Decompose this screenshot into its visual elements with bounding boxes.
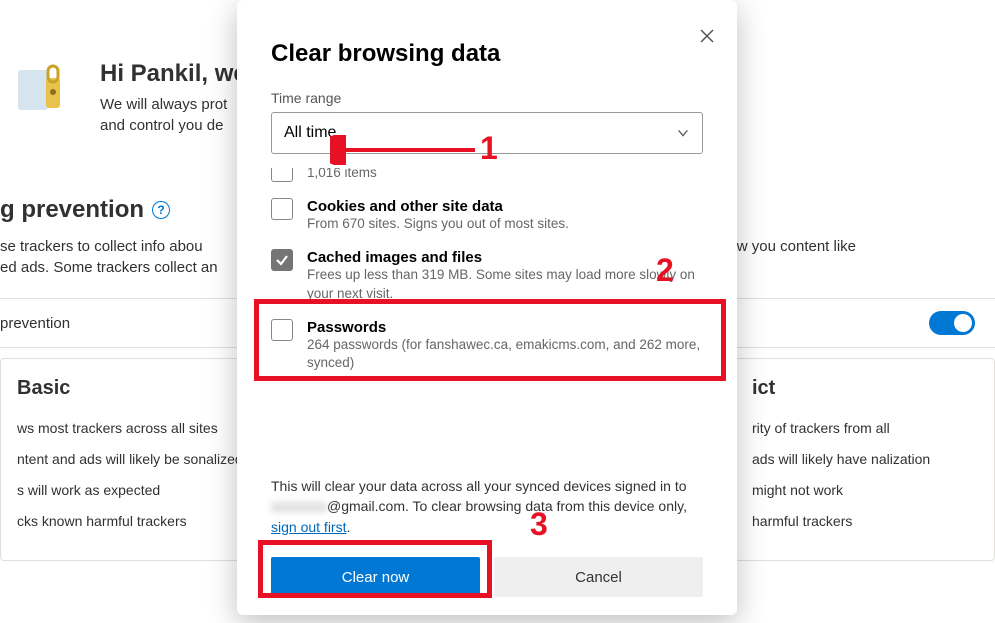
list-item-passwords[interactable]: Passwords 264 passwords (for fanshawec.c… bbox=[271, 313, 703, 382]
tracking-card-basic[interactable]: Basic ws most trackers across all sites … bbox=[0, 358, 260, 561]
card-basic-item: s will work as expected bbox=[17, 480, 243, 501]
item-sub-download-history: 1,016 items bbox=[307, 168, 703, 182]
note-email-blurred: xxxxxxxx bbox=[271, 496, 327, 516]
tracking-desc-line2: ed ads. Some trackers collect an bbox=[0, 259, 218, 276]
time-range-select[interactable]: All time bbox=[271, 112, 703, 154]
item-sub-passwords: 264 passwords (for fanshawec.ca, emakicm… bbox=[307, 336, 703, 372]
item-title-passwords: Passwords bbox=[307, 319, 703, 336]
privacy-lock-illustration bbox=[10, 60, 80, 130]
list-item-cookies[interactable]: Cookies and other site data From 670 sit… bbox=[271, 192, 703, 243]
greeting-title: Hi Pankil, we bbox=[100, 60, 247, 88]
list-item-cache[interactable]: Cached images and files Frees up less th… bbox=[271, 243, 703, 312]
sync-note: This will clear your data across all you… bbox=[271, 476, 703, 537]
clear-browsing-data-dialog: Clear browsing data Time range All time … bbox=[237, 0, 737, 615]
note-period: . bbox=[346, 519, 350, 535]
card-strict-item: ads will likely have nalization bbox=[752, 449, 978, 470]
checkbox-passwords[interactable] bbox=[271, 319, 293, 341]
checkbox-cookies[interactable] bbox=[271, 198, 293, 220]
tracking-prevention-toggle[interactable] bbox=[929, 311, 975, 335]
tracking-prevention-heading: g prevention bbox=[0, 196, 144, 224]
item-title-cache: Cached images and files bbox=[307, 249, 703, 266]
dialog-title: Clear browsing data bbox=[271, 40, 703, 68]
checkbox-download-history[interactable] bbox=[271, 168, 293, 182]
sign-out-first-link[interactable]: sign out first bbox=[271, 519, 346, 535]
close-button[interactable] bbox=[699, 24, 715, 50]
card-basic-item: cks known harmful trackers bbox=[17, 511, 243, 532]
card-basic-item: ws most trackers across all sites bbox=[17, 418, 243, 439]
chevron-down-icon bbox=[676, 126, 690, 140]
tracking-prevention-toggle-label: prevention bbox=[0, 315, 70, 332]
time-range-label: Time range bbox=[271, 90, 703, 106]
card-basic-title: Basic bbox=[17, 377, 243, 400]
card-strict-item: rity of trackers from all bbox=[752, 418, 978, 439]
card-basic-item: ntent and ads will likely be sonalized bbox=[17, 449, 243, 470]
data-type-list: Download history 1,016 items Cookies and… bbox=[271, 168, 703, 474]
tracking-desc-line1-left: se trackers to collect info abou bbox=[0, 236, 203, 257]
help-icon[interactable]: ? bbox=[152, 201, 170, 219]
note-text: This will clear your data across all you… bbox=[271, 478, 687, 494]
time-range-value: All time bbox=[284, 124, 336, 142]
clear-now-button[interactable]: Clear now bbox=[271, 557, 480, 597]
item-title-cookies: Cookies and other site data bbox=[307, 198, 703, 215]
greeting-line-2: and control you de bbox=[100, 115, 247, 136]
card-strict-title: ict bbox=[752, 377, 978, 400]
list-item-download-history[interactable]: Download history 1,016 items bbox=[271, 168, 703, 192]
cancel-button[interactable]: Cancel bbox=[494, 557, 703, 597]
item-sub-cache: Frees up less than 319 MB. Some sites ma… bbox=[307, 266, 703, 302]
checkbox-cache[interactable] bbox=[271, 249, 293, 271]
close-icon bbox=[699, 28, 715, 44]
card-strict-item: might not work bbox=[752, 480, 978, 501]
tracking-card-strict[interactable]: ict rity of trackers from all ads will l… bbox=[735, 358, 995, 561]
item-sub-cookies: From 670 sites. Signs you out of most si… bbox=[307, 215, 703, 233]
note-email-domain: @gmail.com. To clear browsing data from … bbox=[327, 498, 687, 514]
greeting-line-1: We will always prot bbox=[100, 94, 247, 115]
checkmark-icon bbox=[275, 253, 289, 267]
card-strict-item: harmful trackers bbox=[752, 511, 978, 532]
